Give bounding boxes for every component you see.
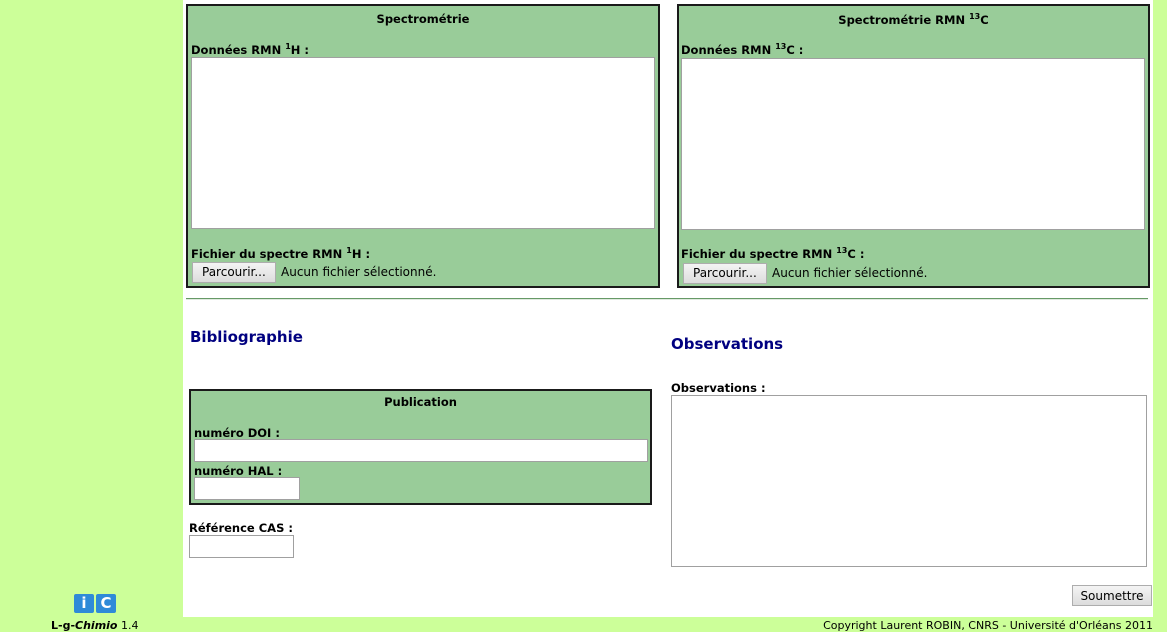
logo-i-icon: i (74, 594, 94, 613)
cas-input[interactable] (189, 535, 294, 558)
app-name: L-g-Chimio 1.4 (51, 619, 139, 632)
logo-c-icon: C (96, 594, 116, 613)
app-logo: i C (74, 594, 116, 613)
submit-button[interactable]: Soumettre (1072, 585, 1152, 606)
c13-file-label: Fichier du spectre RMN 13C : (681, 246, 865, 261)
spectrometry-1h-title: Spectrométrie (376, 12, 470, 26)
section-divider (186, 298, 1148, 300)
hal-label: numéro HAL : (194, 464, 283, 478)
spectrometry-13c-title: Spectrométrie RMN 13C (838, 12, 989, 27)
publication-fieldset: Publication numéro DOI : numéro HAL : (189, 389, 652, 505)
cas-label: Référence CAS : (189, 521, 293, 535)
h1-data-label: Données RMN 1H : (191, 42, 310, 57)
c13-data-textarea[interactable] (681, 58, 1145, 230)
h1-browse-button[interactable]: Parcourir... (192, 262, 276, 283)
h1-no-file-text: Aucun fichier sélectionné. (281, 265, 437, 279)
bibliography-heading: Bibliographie (190, 328, 303, 346)
h1-file-label: Fichier du spectre RMN 1H : (191, 246, 371, 261)
hal-input[interactable] (194, 477, 300, 500)
observations-heading: Observations (671, 335, 784, 353)
spectrometry-13c-fieldset: Spectrométrie RMN 13C Données RMN 13C : … (677, 4, 1150, 288)
c13-data-label: Données RMN 13C : (681, 42, 804, 57)
observations-textarea[interactable] (671, 395, 1147, 567)
doi-label: numéro DOI : (194, 426, 280, 440)
publication-title: Publication (384, 395, 457, 409)
c13-browse-button[interactable]: Parcourir... (683, 263, 767, 284)
observations-label: Observations : (671, 381, 766, 395)
h1-data-textarea[interactable] (191, 57, 655, 229)
doi-input[interactable] (194, 439, 648, 462)
c13-no-file-text: Aucun fichier sélectionné. (772, 266, 928, 280)
copyright-text: Copyright Laurent ROBIN, CNRS - Universi… (823, 619, 1153, 632)
spectrometry-1h-fieldset: Spectrométrie Données RMN 1H : Fichier d… (186, 4, 660, 288)
